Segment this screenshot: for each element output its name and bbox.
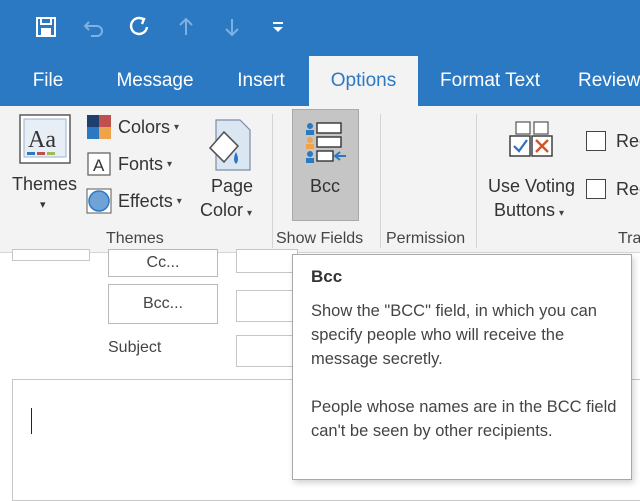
group-divider xyxy=(380,114,381,248)
fonts-label: Fonts xyxy=(118,153,164,174)
group-label-permission: Permission xyxy=(386,230,466,247)
chevron-down-icon: ▾ xyxy=(174,121,180,133)
themes-label: Themes xyxy=(12,174,78,194)
tab-message[interactable]: Message xyxy=(104,56,206,106)
page-color-icon xyxy=(208,119,251,171)
effects-button[interactable]: Effects ▾ xyxy=(86,186,182,216)
tab-insert[interactable]: Insert xyxy=(222,56,300,106)
themes-icon: Aa xyxy=(19,114,71,164)
subject-label: Subject xyxy=(108,339,162,356)
ribbon-tabs: File Message Insert Options Format Text … xyxy=(0,56,640,106)
send-button-edge[interactable] xyxy=(12,249,90,261)
chevron-down-icon: ▾ xyxy=(167,158,173,170)
group-divider xyxy=(476,114,477,248)
tooltip-title: Bcc xyxy=(311,267,343,286)
page-color-label-line1: Page xyxy=(211,176,254,196)
customize-toolbar-icon[interactable] xyxy=(266,14,290,40)
colors-label: Colors xyxy=(118,116,171,137)
group-divider xyxy=(272,114,273,248)
fonts-icon: A xyxy=(87,152,111,176)
colors-icon xyxy=(87,115,111,139)
bcc-tooltip: Bcc Show the "BCC" field, in which you c… xyxy=(292,254,632,480)
group-label-show-fields: Show Fields xyxy=(276,230,364,247)
text-cursor xyxy=(31,408,32,434)
bcc-toggle-button[interactable]: Bcc xyxy=(292,109,359,221)
voting-label-line2: Buttons ▾ xyxy=(494,200,565,220)
colors-button[interactable]: Colors ▾ xyxy=(86,112,179,142)
tooltip-paragraph-2: People whose names are in the BCC field … xyxy=(311,398,617,440)
checkbox-label: Rec xyxy=(616,178,640,199)
save-icon[interactable] xyxy=(34,14,58,40)
bcc-input[interactable] xyxy=(236,290,298,322)
checkbox-icon[interactable] xyxy=(586,179,606,199)
undo-icon[interactable] xyxy=(82,14,106,40)
arrow-down-icon[interactable] xyxy=(220,14,244,40)
bcc-fields-icon xyxy=(306,122,346,163)
fonts-button[interactable]: A Fonts ▾ xyxy=(86,149,172,179)
page-color-label-line2: Color ▾ xyxy=(200,200,253,220)
themes-button[interactable]: Aa Themes ▾ xyxy=(8,110,82,220)
group-label-tracking: Tra xyxy=(618,230,640,247)
chevron-down-icon: ▾ xyxy=(176,195,182,207)
request-delivery-receipt-checkbox[interactable]: Rec xyxy=(586,126,640,156)
redo-icon[interactable] xyxy=(127,14,151,40)
voting-icon xyxy=(509,121,553,157)
ribbon-options: Aa Themes ▾ Colors ▾ A Fonts ▾ Effects ▾ xyxy=(0,106,640,253)
effects-label: Effects xyxy=(118,190,173,211)
bcc-button-label: Bcc xyxy=(310,176,341,196)
tab-file[interactable]: File xyxy=(18,56,78,106)
tab-review[interactable]: Review xyxy=(578,56,640,106)
arrow-up-icon[interactable] xyxy=(174,14,198,40)
subject-input[interactable] xyxy=(236,335,298,367)
svg-text:A: A xyxy=(93,156,105,175)
quick-access-toolbar xyxy=(0,0,640,56)
effects-icon xyxy=(86,188,112,214)
tab-format-text[interactable]: Format Text xyxy=(430,56,550,106)
page-color-button[interactable]: Page Color ▾ xyxy=(194,110,266,220)
cc-input[interactable] xyxy=(236,249,298,273)
bcc-button[interactable]: Bcc... xyxy=(108,284,218,324)
request-read-receipt-checkbox[interactable]: Rec xyxy=(586,174,640,204)
tab-options[interactable]: Options xyxy=(309,56,418,106)
use-voting-buttons-button[interactable]: Use Voting Buttons ▾ xyxy=(484,110,580,220)
themes-caret-icon: ▾ xyxy=(40,199,46,211)
voting-label-line1: Use Voting xyxy=(488,176,576,196)
tooltip-paragraph-1: Show the "BCC" field, in which you can s… xyxy=(311,302,597,368)
checkbox-icon[interactable] xyxy=(586,131,606,151)
cc-button[interactable]: Cc... xyxy=(108,249,218,277)
svg-text:Aa: Aa xyxy=(28,127,56,153)
checkbox-label: Rec xyxy=(616,130,640,151)
group-label-themes: Themes xyxy=(106,230,164,247)
